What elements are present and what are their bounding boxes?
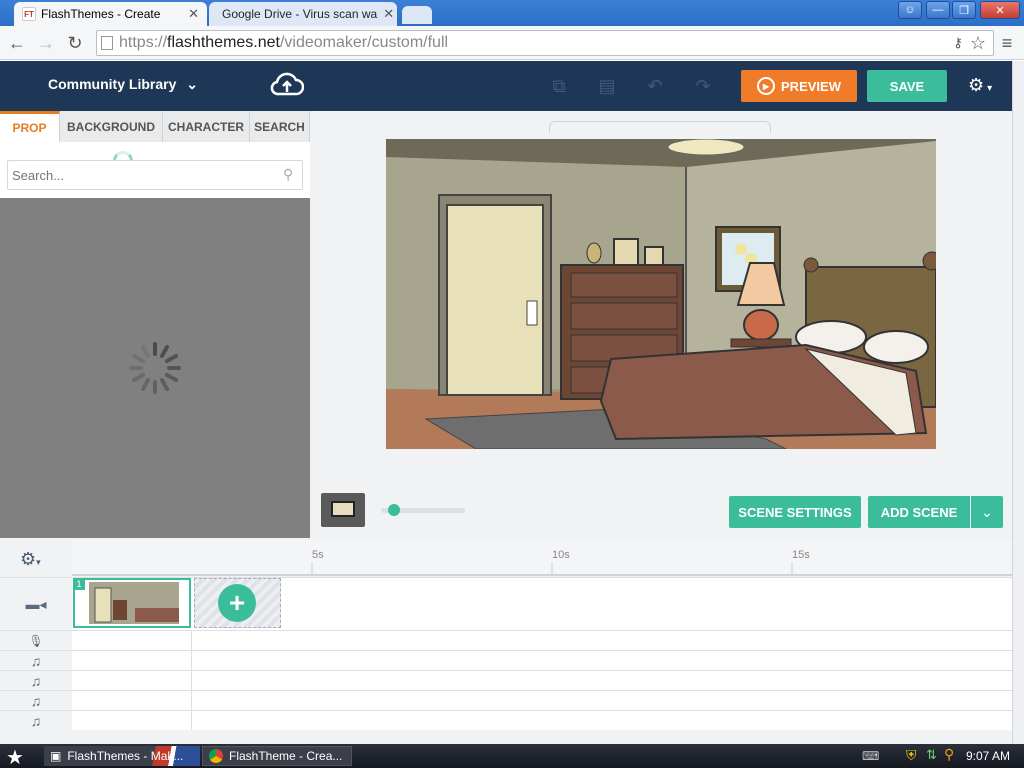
flashthemes-favicon-icon: FT [22, 7, 36, 21]
scene-thumbnail[interactable] [73, 578, 191, 628]
close-tab-icon[interactable]: ✕ [377, 6, 394, 22]
app-icon: ▣ [50, 749, 62, 763]
close-tab-icon[interactable]: ✕ [182, 6, 199, 22]
close-window-icon[interactable]: ✕ [980, 1, 1020, 19]
film-icon [331, 501, 355, 517]
app-header: Community Library ⌄ ⧉ ▤ ↶ ↷ ⚙ ▾ [0, 61, 1012, 111]
reload-icon[interactable]: ↻ [63, 31, 87, 55]
microphone-icon: 🎙 [0, 631, 72, 650]
clock: 9:07 AM [966, 749, 1011, 763]
scene-thumbnail-toggle[interactable] [321, 493, 365, 527]
zoom-slider-handle[interactable] [388, 504, 400, 516]
ruler-label-10s: 10s [552, 549, 570, 561]
tab-background[interactable]: BACKGROUND [60, 111, 163, 142]
scene-number-badge: 1 [73, 578, 85, 590]
library-dropdown[interactable]: Community Library ⌄ [48, 76, 198, 93]
music-track: ♫ [0, 690, 1012, 710]
tab-title: FlashThemes - Create [41, 7, 161, 21]
vertical-scrollbar[interactable] [1012, 61, 1024, 744]
music-track: ♫ [0, 650, 1012, 670]
undo-icon[interactable]: ↶ [640, 73, 670, 99]
ruler-label-5s: 5s [312, 549, 324, 561]
timeline-divider [191, 630, 192, 730]
redo-icon[interactable]: ↷ [688, 73, 718, 99]
page-icon [101, 36, 113, 50]
library-label: Community Library [48, 76, 177, 92]
loading-spinner-icon [129, 342, 181, 394]
chrome-icon [209, 749, 223, 763]
music-note-icon: ♫ [0, 711, 72, 730]
tab-character[interactable]: CHARACTER [163, 111, 250, 142]
browser-tab-google-drive[interactable]: Google Drive - Virus scan wa ✕ [209, 2, 397, 26]
voice-track: 🎙 [0, 630, 1012, 650]
music-note-icon: ♫ [0, 651, 72, 670]
timeline-settings-gear-icon[interactable]: ⚙▾ [20, 549, 41, 570]
add-scene-plus-icon[interactable]: + [218, 584, 256, 622]
search-tray-icon[interactable]: ⚲ [944, 746, 954, 763]
library-tabs: PROP BACKGROUND CHARACTER SEARCH [0, 111, 310, 142]
new-tab-button[interactable] [402, 6, 432, 24]
music-track: ♫ [0, 670, 1012, 690]
search-area: ⚲ [0, 142, 310, 198]
ruler-ticks [311, 562, 793, 576]
scene-canvas[interactable] [386, 139, 936, 449]
add-scene-button[interactable]: ADD SCENE [868, 496, 970, 528]
browser-toolbar: ← → ↻ https://flashthemes.net/videomaker… [0, 26, 1024, 60]
stage-handle [549, 121, 771, 133]
address-bar[interactable]: https://flashthemes.net/videomaker/custo… [96, 30, 994, 56]
chevron-down-icon: ⌄ [186, 76, 198, 92]
back-arrow-icon[interactable]: ← [5, 31, 29, 55]
add-scene-options-button[interactable]: ⌄ [971, 496, 1003, 528]
copy-icon[interactable]: ⧉ [544, 73, 574, 99]
taskbar-item-label: FlashThemes - Mak... [67, 749, 184, 763]
taskbar-item-label: FlashTheme - Crea... [229, 749, 343, 763]
start-star-icon[interactable]: ★ [6, 745, 24, 770]
preview-label: PREVIEW [781, 78, 841, 94]
browser-tab-bar: FT FlashThemes - Create ✕ Google Drive -… [0, 0, 1024, 26]
music-note-icon: ♫ [0, 671, 72, 690]
save-button[interactable]: SAVE [867, 70, 947, 102]
url-host: flashthemes.net [167, 34, 280, 51]
tab-prop[interactable]: PROP [0, 111, 60, 142]
music-note-icon: ♫ [0, 691, 72, 710]
url-path: /videomaker/custom/full [279, 34, 449, 51]
play-circle-icon: ▶ [757, 77, 776, 95]
preview-button[interactable]: ▶ PREVIEW [741, 70, 857, 102]
cloud-upload-icon[interactable] [270, 70, 305, 103]
forward-arrow-icon[interactable]: → [34, 31, 58, 55]
menu-icon[interactable]: ≡ [995, 31, 1019, 55]
browser-tab-flashthemes[interactable]: FT FlashThemes - Create ✕ [14, 2, 207, 26]
search-icon: ⚲ [283, 166, 294, 182]
tab-title: Google Drive - Virus scan wa [222, 7, 378, 21]
scene-settings-button[interactable]: SCENE SETTINGS [729, 496, 861, 528]
keyboard-icon[interactable]: ⌨ [862, 749, 879, 763]
shield-icon[interactable]: ⛨ [906, 747, 917, 764]
url-scheme: https:// [119, 34, 168, 51]
settings-gear-icon[interactable]: ⚙ ▾ [968, 75, 992, 96]
scene-thumbnail-image [75, 580, 189, 626]
minimize-icon[interactable]: — [926, 1, 950, 19]
taskbar-item-chrome[interactable]: FlashTheme - Crea... [202, 746, 352, 766]
bookmark-star-icon[interactable]: ☆ [966, 31, 990, 55]
search-input[interactable] [7, 160, 303, 190]
restore-icon[interactable]: ❐ [952, 1, 976, 19]
asset-library-panel: PROP BACKGROUND CHARACTER SEARCH ⚲ [0, 111, 310, 538]
music-track: ♫ [0, 710, 1012, 730]
chevron-down-icon: ⌄ [981, 503, 993, 520]
paste-icon[interactable]: ▤ [592, 73, 622, 99]
taskbar-item-flashthemes-maker[interactable]: ▣ FlashThemes - Mak... [44, 746, 200, 766]
network-icon[interactable]: ⇅ [926, 747, 937, 763]
user-icon[interactable]: ☺ [898, 1, 922, 19]
timeline-ruler[interactable] [72, 540, 1012, 576]
ruler-label-15s: 15s [792, 549, 810, 561]
tab-search[interactable]: SEARCH [250, 111, 310, 142]
video-camera-icon: ▬◂ [0, 578, 72, 630]
